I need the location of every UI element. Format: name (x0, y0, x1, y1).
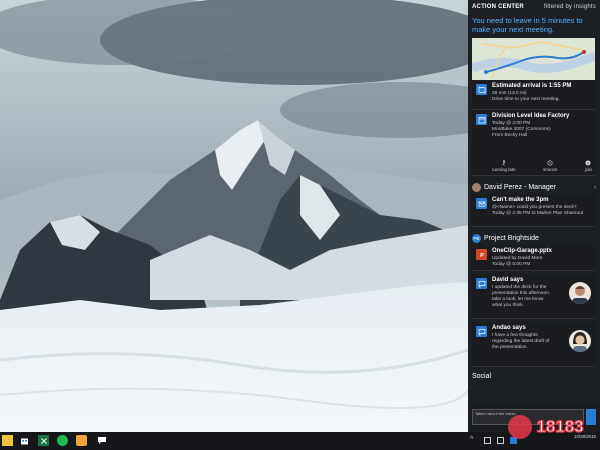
watermark-text: 18183 (536, 417, 583, 436)
route-map[interactable] (472, 38, 595, 80)
chat-icon (476, 326, 487, 337)
mail-meta: Today @ 2:35 PM to Market Plan Shareout (492, 210, 584, 216)
store-icon[interactable] (19, 435, 30, 446)
chat-line: what you think. (492, 303, 524, 309)
avatar (472, 183, 481, 192)
filter-dropdown[interactable]: filtered by insights (544, 4, 596, 10)
group-header-david-perez[interactable]: David Perez - Manager › (468, 181, 600, 194)
excel-icon[interactable] (38, 435, 49, 446)
chat-notification-david[interactable]: David says I updated the deck for the pr… (472, 274, 595, 319)
action-center-header: ACTION CENTER filtered by insights (468, 0, 600, 14)
join-button[interactable]: S join (585, 160, 592, 172)
snooze-label: snooze (543, 167, 558, 172)
meeting-organizer: From Becky Hall (492, 132, 528, 138)
mail-notification[interactable]: Can't make the 3pm @<Name> could you pre… (472, 194, 595, 227)
running-late-button[interactable]: running late (492, 160, 516, 172)
action-center-title: ACTION CENTER (472, 4, 524, 10)
chat-notification-andao[interactable]: Andao says I have a few thoughts regardi… (472, 322, 595, 367)
spotify-icon[interactable] (57, 435, 68, 446)
action-center-panel: ACTION CENTER filtered by insights You n… (468, 0, 600, 432)
social-group-header[interactable]: Social (468, 371, 600, 383)
group-header-project-brightside[interactable]: PB Project Brightside (468, 232, 600, 245)
messaging-icon[interactable] (96, 435, 107, 446)
calendar-icon (476, 114, 487, 125)
contact-photo-andao (569, 330, 591, 352)
watermark-logo: 18183 (500, 405, 596, 445)
file-explorer-icon[interactable] (2, 435, 13, 446)
meeting-actions: running late snooze S join (492, 160, 592, 172)
group-name: David Perez - Manager (484, 184, 556, 191)
powerpoint-icon: P (476, 249, 487, 260)
skype-icon: S (585, 160, 591, 166)
file-notification[interactable]: P OneClip-Garage.pptx Updated by David M… (472, 245, 595, 271)
route-notification[interactable]: Estimated arrival is 1:55 PM 28 min (13.… (472, 80, 595, 110)
calendar-notification[interactable]: Division Level Idea Factory Today @ 2:00… (472, 110, 595, 176)
meeting-title: Division Level Idea Factory (492, 113, 570, 119)
chat-icon (476, 278, 487, 289)
file-time: Today @ 5:00 PM (492, 261, 531, 267)
desktop-wallpaper (0, 0, 468, 432)
running-late-label: running late (492, 167, 516, 172)
mail-icon (476, 198, 487, 209)
tray-overflow-icon[interactable]: ^ (470, 436, 473, 443)
group-name: Project Brightside (484, 235, 539, 242)
network-icon[interactable] (484, 437, 491, 444)
map-icon (476, 84, 487, 95)
outlook-icon[interactable] (76, 435, 87, 446)
svg-text:P: P (480, 253, 484, 259)
contact-photo-david (569, 282, 591, 304)
file-name: OneClip-Garage.pptx (492, 248, 553, 254)
project-badge: PB (472, 234, 481, 243)
chevron-right-icon[interactable]: › (594, 185, 596, 191)
mail-subject: Can't make the 3pm (492, 197, 549, 203)
route-subtitle: Drive time to your next meeting. (492, 96, 560, 102)
join-label: join (584, 167, 592, 172)
insight-message: You need to leave in 5 minutes to make y… (472, 16, 583, 34)
running-late-icon (502, 160, 506, 166)
route-title: Estimated arrival is 1:55 PM (492, 83, 572, 89)
snooze-icon (547, 160, 553, 166)
snooze-button[interactable]: snooze (543, 160, 558, 172)
